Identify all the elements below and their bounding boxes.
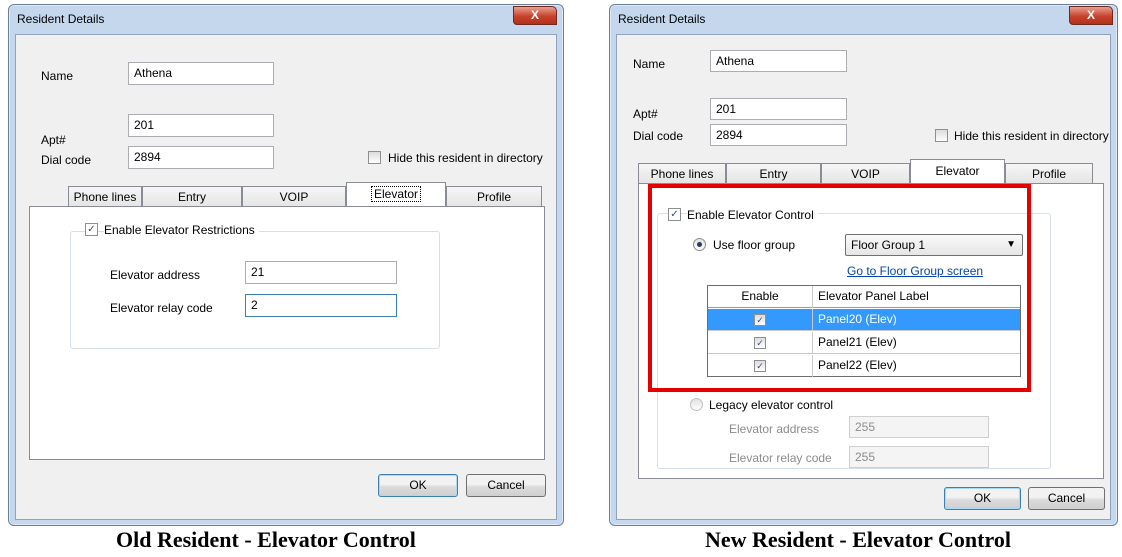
tab-profile[interactable]: Profile <box>1005 163 1093 184</box>
elevator-relay-code-field[interactable]: 2 <box>245 294 397 317</box>
legacy-elevator-control-label: Legacy elevator control <box>709 398 834 412</box>
tab-voip[interactable]: VOIP <box>821 163 910 184</box>
close-button[interactable]: X <box>513 6 557 25</box>
dial-code-field[interactable]: 2894 <box>128 146 274 169</box>
tab-label: VOIP <box>851 167 880 181</box>
tab-label: Entry <box>177 190 206 204</box>
dialog-titlebar: Resident Details X <box>610 5 1117 35</box>
tab-label: Profile <box>1031 167 1066 181</box>
tab-label: Elevator <box>370 186 422 202</box>
tab-label: Elevator <box>935 164 980 178</box>
hide-resident-checkbox[interactable] <box>368 151 381 164</box>
legacy-elevator-address-field[interactable]: 255 <box>849 416 989 438</box>
hide-resident-label: Hide this resident in directory <box>954 129 1109 143</box>
tab-label: Phone lines <box>650 167 714 181</box>
elevator-relay-code-label: Elevator relay code <box>110 301 213 315</box>
dial-code-field[interactable]: 2894 <box>710 124 847 146</box>
elevator-address-label: Elevator address <box>110 268 201 282</box>
dialog-title: Resident Details <box>618 12 706 26</box>
dial-code-label: Dial code <box>41 153 92 167</box>
hide-resident-checkbox[interactable] <box>935 129 948 142</box>
new-dialog-caption: New Resident - Elevator Control <box>705 527 1011 552</box>
legacy-elevator-address-label: Elevator address <box>729 422 820 436</box>
apt-label: Apt# <box>633 107 658 121</box>
tab-voip[interactable]: VOIP <box>242 186 346 207</box>
close-button[interactable]: X <box>1069 6 1113 25</box>
dialog-title: Resident Details <box>17 12 105 26</box>
tab-phone-lines[interactable]: Phone lines <box>68 186 142 207</box>
cancel-button[interactable]: Cancel <box>466 474 546 497</box>
dialog-client-area: Name Athena Apt# 201 Dial code 2894 Hide… <box>15 34 557 520</box>
tab-label: Entry <box>759 167 788 181</box>
legacy-elevator-control-radio[interactable] <box>690 398 703 411</box>
ok-button[interactable]: OK <box>944 487 1021 510</box>
dialog-titlebar: Resident Details X <box>9 5 563 35</box>
cancel-button[interactable]: Cancel <box>1028 487 1105 510</box>
tab-phone-lines[interactable]: Phone lines <box>638 163 726 184</box>
legacy-elevator-relay-code-field[interactable]: 255 <box>849 446 989 468</box>
tab-label: VOIP <box>279 190 309 204</box>
tab-label: Profile <box>476 190 511 204</box>
legacy-elevator-relay-code-label: Elevator relay code <box>729 451 832 465</box>
elevator-restrictions-group <box>70 231 440 349</box>
elevator-tab-panel: ✓ Enable Elevator Restrictions Elevator … <box>29 206 545 460</box>
highlight-box <box>648 184 1031 392</box>
old-resident-dialog: Resident Details X Name Athena Apt# 201 … <box>8 4 564 526</box>
enable-elevator-restrictions-label: Enable Elevator Restrictions <box>104 223 259 237</box>
tab-elevator[interactable]: Elevator <box>346 182 446 206</box>
name-field[interactable]: Athena <box>710 50 847 72</box>
dial-code-label: Dial code <box>633 129 684 143</box>
tab-entry[interactable]: Entry <box>726 163 821 184</box>
apt-field[interactable]: 201 <box>128 114 274 137</box>
apt-label: Apt# <box>41 133 66 147</box>
elevator-address-field[interactable]: 21 <box>245 261 397 284</box>
tab-elevator[interactable]: Elevator <box>910 159 1005 183</box>
name-label: Name <box>41 69 74 83</box>
enable-elevator-restrictions-checkbox[interactable]: ✓ <box>85 223 98 236</box>
name-field[interactable]: Athena <box>128 62 274 85</box>
apt-field[interactable]: 201 <box>710 98 847 120</box>
old-dialog-caption: Old Resident - Elevator Control <box>116 527 416 552</box>
tab-profile[interactable]: Profile <box>446 186 542 207</box>
tab-label: Phone lines <box>73 190 137 204</box>
tab-entry[interactable]: Entry <box>142 186 242 207</box>
name-label: Name <box>633 57 666 71</box>
ok-button[interactable]: OK <box>378 474 458 497</box>
hide-resident-label: Hide this resident in directory <box>388 151 543 165</box>
